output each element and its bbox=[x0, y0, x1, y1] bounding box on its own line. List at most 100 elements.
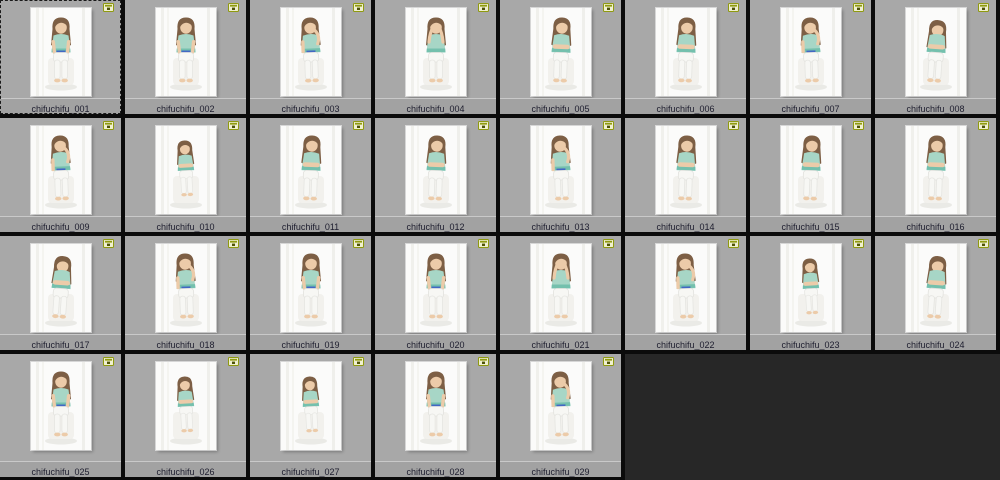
photo-thumbnail[interactable] bbox=[405, 362, 466, 450]
thumbnail-cell[interactable]: chifuchifu_006 bbox=[625, 0, 746, 114]
photo-thumbnail[interactable] bbox=[530, 8, 591, 96]
thumbnail-cell[interactable]: chifuchifu_018 bbox=[125, 236, 246, 350]
photo-thumbnail[interactable] bbox=[155, 244, 216, 332]
filename-label: chifuchifu_001 bbox=[31, 104, 90, 114]
raw-file-badge-icon bbox=[603, 357, 614, 366]
photo-thumbnail[interactable] bbox=[655, 244, 716, 332]
thumbnail-cell[interactable]: chifuchifu_013 bbox=[500, 118, 621, 232]
raw-file-badge-icon bbox=[728, 3, 739, 12]
filename-bar: chifuchifu_016 bbox=[875, 216, 996, 232]
photo-thumbnail[interactable] bbox=[155, 126, 216, 214]
thumbnail-cell[interactable]: chifuchifu_005 bbox=[500, 0, 621, 114]
thumbnail-cell[interactable]: chifuchifu_024 bbox=[875, 236, 996, 350]
photo-thumbnail[interactable] bbox=[30, 8, 91, 96]
filename-bar: chifuchifu_007 bbox=[750, 98, 871, 114]
photo-thumbnail[interactable] bbox=[905, 126, 966, 214]
raw-file-badge-icon bbox=[103, 121, 114, 130]
filename-bar: chifuchifu_011 bbox=[250, 216, 371, 232]
raw-file-badge-icon bbox=[228, 121, 239, 130]
filename-bar: chifuchifu_021 bbox=[500, 334, 621, 350]
thumbnail-cell[interactable]: chifuchifu_001 bbox=[0, 0, 121, 114]
filename-label: chifuchifu_021 bbox=[531, 340, 590, 350]
filename-label: chifuchifu_022 bbox=[656, 340, 715, 350]
thumbnail-cell[interactable]: chifuchifu_008 bbox=[875, 0, 996, 114]
raw-file-badge-icon bbox=[103, 3, 114, 12]
thumbnail-cell[interactable]: chifuchifu_021 bbox=[500, 236, 621, 350]
raw-file-badge-icon bbox=[353, 121, 364, 130]
thumbnail-cell[interactable]: chifuchifu_014 bbox=[625, 118, 746, 232]
photo-thumbnail[interactable] bbox=[530, 362, 591, 450]
filename-bar: chifuchifu_002 bbox=[125, 98, 246, 114]
photo-thumbnail[interactable] bbox=[280, 8, 341, 96]
filename-label: chifuchifu_005 bbox=[531, 104, 590, 114]
photo-thumbnail[interactable] bbox=[405, 244, 466, 332]
filename-bar: chifuchifu_003 bbox=[250, 98, 371, 114]
photo-thumbnail[interactable] bbox=[655, 126, 716, 214]
raw-file-badge-icon bbox=[228, 3, 239, 12]
thumbnail-cell[interactable]: chifuchifu_019 bbox=[250, 236, 371, 350]
photo-thumbnail[interactable] bbox=[905, 244, 966, 332]
filename-label: chifuchifu_002 bbox=[156, 104, 215, 114]
thumbnail-cell[interactable]: chifuchifu_016 bbox=[875, 118, 996, 232]
photo-thumbnail[interactable] bbox=[280, 126, 341, 214]
photo-thumbnail[interactable] bbox=[405, 8, 466, 96]
filename-label: chifuchifu_019 bbox=[281, 340, 340, 350]
filename-label: chifuchifu_025 bbox=[31, 467, 90, 477]
photo-thumbnail[interactable] bbox=[280, 244, 341, 332]
raw-file-badge-icon bbox=[728, 239, 739, 248]
filename-label: chifuchifu_020 bbox=[406, 340, 465, 350]
photo-thumbnail[interactable] bbox=[155, 8, 216, 96]
filename-label: chifuchifu_015 bbox=[781, 222, 840, 232]
thumbnail-cell[interactable]: chifuchifu_003 bbox=[250, 0, 371, 114]
filename-label: chifuchifu_016 bbox=[906, 222, 965, 232]
photo-thumbnail[interactable] bbox=[30, 244, 91, 332]
thumbnail-cell[interactable]: chifuchifu_029 bbox=[500, 354, 621, 477]
filename-label: chifuchifu_010 bbox=[156, 222, 215, 232]
thumbnail-cell[interactable]: chifuchifu_010 bbox=[125, 118, 246, 232]
photo-thumbnail[interactable] bbox=[30, 126, 91, 214]
raw-file-badge-icon bbox=[603, 239, 614, 248]
filename-label: chifuchifu_029 bbox=[531, 467, 590, 477]
filename-label: chifuchifu_027 bbox=[281, 467, 340, 477]
photo-thumbnail[interactable] bbox=[30, 362, 91, 450]
photo-thumbnail[interactable] bbox=[280, 362, 341, 450]
photo-thumbnail[interactable] bbox=[780, 8, 841, 96]
raw-file-badge-icon bbox=[353, 357, 364, 366]
filename-label: chifuchifu_011 bbox=[281, 222, 340, 232]
thumbnail-cell[interactable]: chifuchifu_023 bbox=[750, 236, 871, 350]
thumbnail-cell[interactable]: chifuchifu_020 bbox=[375, 236, 496, 350]
raw-file-badge-icon bbox=[103, 357, 114, 366]
thumbnail-cell[interactable]: chifuchifu_022 bbox=[625, 236, 746, 350]
photo-thumbnail[interactable] bbox=[780, 126, 841, 214]
raw-file-badge-icon bbox=[228, 239, 239, 248]
filename-bar: chifuchifu_025 bbox=[0, 461, 121, 477]
filename-bar: chifuchifu_018 bbox=[125, 334, 246, 350]
raw-file-badge-icon bbox=[228, 357, 239, 366]
thumbnail-cell[interactable]: chifuchifu_009 bbox=[0, 118, 121, 232]
thumbnail-cell[interactable]: chifuchifu_002 bbox=[125, 0, 246, 114]
photo-thumbnail[interactable] bbox=[905, 8, 966, 96]
thumbnail-cell[interactable]: chifuchifu_025 bbox=[0, 354, 121, 477]
thumbnail-cell[interactable]: chifuchifu_015 bbox=[750, 118, 871, 232]
thumbnail-cell[interactable]: chifuchifu_004 bbox=[375, 0, 496, 114]
filename-bar: chifuchifu_006 bbox=[625, 98, 746, 114]
thumbnail-cell[interactable]: chifuchifu_011 bbox=[250, 118, 371, 232]
photo-thumbnail[interactable] bbox=[655, 8, 716, 96]
thumbnail-cell[interactable]: chifuchifu_007 bbox=[750, 0, 871, 114]
filename-bar: chifuchifu_005 bbox=[500, 98, 621, 114]
raw-file-badge-icon bbox=[478, 3, 489, 12]
thumbnail-cell[interactable]: chifuchifu_026 bbox=[125, 354, 246, 477]
filename-bar: chifuchifu_015 bbox=[750, 216, 871, 232]
thumbnail-cell[interactable]: chifuchifu_027 bbox=[250, 354, 371, 477]
filename-bar: chifuchifu_019 bbox=[250, 334, 371, 350]
photo-thumbnail[interactable] bbox=[405, 126, 466, 214]
thumbnail-cell[interactable]: chifuchifu_028 bbox=[375, 354, 496, 477]
thumbnail-cell[interactable]: chifuchifu_012 bbox=[375, 118, 496, 232]
photo-thumbnail[interactable] bbox=[780, 244, 841, 332]
raw-file-badge-icon bbox=[103, 239, 114, 248]
photo-thumbnail[interactable] bbox=[530, 244, 591, 332]
photo-browser-window: chifuchifu_001 chifuchifu_002 chifuchifu… bbox=[0, 0, 1000, 480]
photo-thumbnail[interactable] bbox=[530, 126, 591, 214]
thumbnail-cell[interactable]: chifuchifu_017 bbox=[0, 236, 121, 350]
photo-thumbnail[interactable] bbox=[155, 362, 216, 450]
